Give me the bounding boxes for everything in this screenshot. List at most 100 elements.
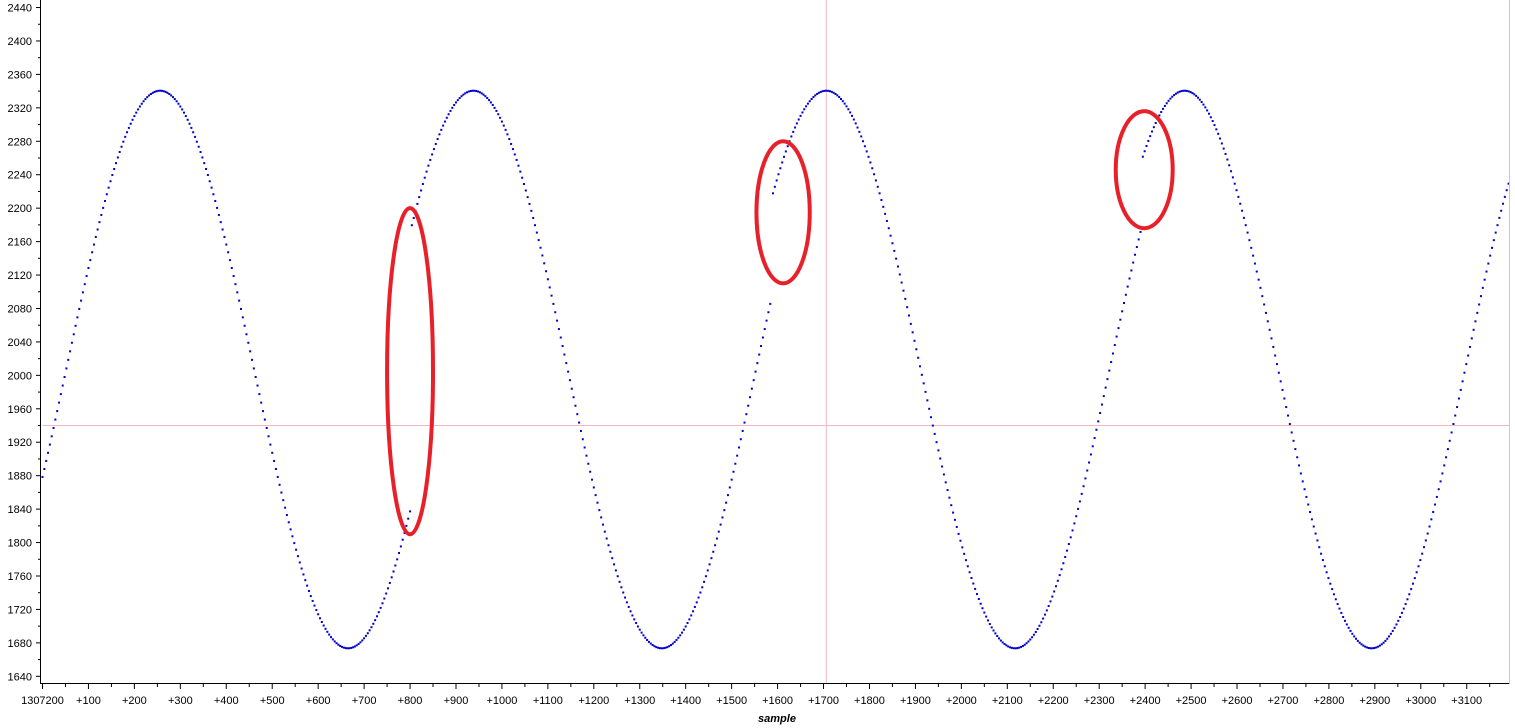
data-point — [1301, 480, 1304, 483]
data-point — [865, 150, 868, 153]
data-point — [725, 501, 728, 504]
data-point — [219, 221, 222, 224]
data-point — [181, 108, 184, 111]
data-point — [1355, 637, 1358, 640]
data-point — [671, 642, 674, 645]
data-point — [67, 358, 70, 361]
data-point — [1211, 120, 1214, 123]
data-point — [579, 429, 582, 432]
data-point — [456, 99, 459, 102]
data-point — [843, 102, 846, 105]
data-point — [939, 457, 942, 460]
data-point — [1253, 262, 1256, 265]
data-point — [420, 189, 423, 192]
data-point — [166, 91, 169, 94]
data-point — [298, 561, 301, 564]
data-point — [779, 167, 782, 170]
data-point — [1419, 559, 1422, 562]
data-point — [611, 557, 614, 560]
data-point — [1329, 582, 1332, 585]
data-point — [515, 158, 518, 161]
x-tick-label: +2900 — [1359, 695, 1390, 707]
data-point — [85, 275, 88, 278]
data-point — [1005, 644, 1008, 647]
data-point — [614, 569, 617, 572]
data-point — [339, 644, 342, 647]
data-point — [854, 122, 857, 125]
data-point — [135, 111, 138, 114]
data-point — [142, 100, 145, 103]
data-point — [1454, 414, 1457, 417]
data-point — [1080, 492, 1083, 495]
data-point — [506, 133, 509, 136]
data-point — [201, 156, 204, 159]
y-tick-label: 2240 — [8, 170, 32, 182]
data-point — [467, 90, 470, 93]
data-point — [972, 582, 975, 585]
data-point — [699, 591, 702, 594]
data-point — [1091, 445, 1094, 448]
data-point — [80, 299, 83, 302]
data-point — [693, 605, 696, 608]
data-point — [732, 470, 735, 473]
data-point — [1195, 94, 1198, 97]
data-point — [924, 390, 927, 393]
data-point — [1244, 224, 1247, 227]
data-point — [959, 539, 962, 542]
data-point — [175, 100, 178, 103]
data-point — [1349, 629, 1352, 632]
data-point — [1237, 195, 1240, 198]
data-point — [1395, 623, 1398, 626]
data-point — [1031, 636, 1034, 639]
data-point — [1435, 495, 1438, 498]
data-point — [1263, 303, 1266, 306]
data-point — [1122, 302, 1125, 305]
data-point — [350, 646, 353, 649]
data-point — [115, 162, 118, 165]
data-point — [293, 542, 296, 545]
data-point — [432, 148, 435, 151]
data-point — [526, 196, 529, 199]
data-point — [994, 632, 997, 635]
data-point — [484, 95, 487, 98]
data-point — [517, 164, 520, 167]
data-point — [256, 384, 259, 387]
data-point — [199, 151, 202, 154]
data-point — [1479, 295, 1482, 298]
data-point — [647, 640, 650, 643]
data-point — [1222, 147, 1225, 150]
data-point — [230, 267, 233, 270]
data-point — [385, 592, 388, 595]
data-point — [412, 216, 415, 219]
data-point — [1134, 253, 1137, 256]
data-point — [1441, 472, 1444, 475]
data-point — [1102, 395, 1105, 398]
data-point — [761, 336, 764, 339]
data-point — [996, 635, 999, 638]
data-point — [1154, 122, 1157, 125]
data-point — [475, 89, 478, 92]
data-point — [386, 587, 389, 590]
data-point — [686, 622, 689, 625]
data-point — [1472, 328, 1475, 331]
data-point — [930, 416, 933, 419]
data-point — [92, 243, 95, 246]
data-point — [1494, 231, 1497, 234]
data-point — [556, 319, 559, 322]
data-point — [847, 108, 850, 111]
data-point — [1078, 500, 1081, 503]
data-point — [1406, 598, 1409, 601]
data-point — [567, 370, 570, 373]
data-point — [346, 647, 349, 650]
data-point — [828, 90, 831, 93]
data-point — [1364, 645, 1367, 648]
data-point — [265, 426, 268, 429]
data-point — [1320, 552, 1323, 555]
x-tick-label: 1307200 — [21, 695, 64, 707]
data-point — [74, 324, 77, 327]
data-point — [613, 563, 616, 566]
y-tick-label: 1840 — [8, 504, 32, 516]
data-point — [1230, 170, 1233, 173]
data-point — [1209, 116, 1212, 119]
data-point — [1151, 130, 1154, 133]
